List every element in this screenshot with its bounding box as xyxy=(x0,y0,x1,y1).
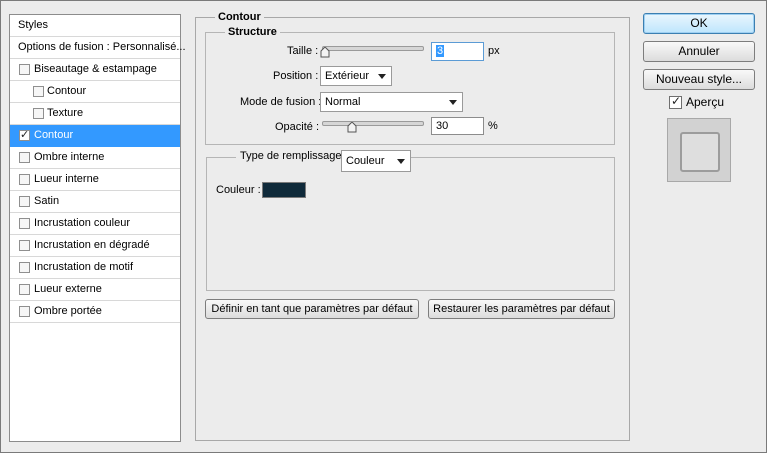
cancel-button[interactable]: Annuler xyxy=(643,41,755,62)
chevron-down-icon xyxy=(378,74,386,79)
fill-type-select[interactable]: Couleur xyxy=(341,150,411,172)
opacity-slider-track[interactable] xyxy=(322,121,424,126)
fill-type-value: Couleur xyxy=(346,155,385,167)
style-item-label: Lueur interne xyxy=(34,173,99,185)
preview-checkbox[interactable]: ✓ xyxy=(669,94,682,109)
style-item-label: Ombre portée xyxy=(34,305,102,317)
position-label: Position : xyxy=(273,70,319,82)
style-item[interactable]: Biseautage & estampage xyxy=(10,59,180,81)
position-value: Extérieur xyxy=(325,70,370,82)
style-item-label: Incrustation en dégradé xyxy=(34,239,150,251)
style-item-label: Lueur externe xyxy=(34,283,102,295)
style-item-checkbox[interactable] xyxy=(19,284,30,295)
style-item[interactable]: Lueur externe xyxy=(10,279,180,301)
size-label: Taille : xyxy=(287,45,319,57)
structure-group-title: Structure xyxy=(225,26,280,38)
slider-thumb-icon xyxy=(347,121,357,133)
style-item[interactable]: Texture xyxy=(10,103,180,125)
opacity-input[interactable]: 30 xyxy=(431,117,484,135)
make-default-button[interactable]: Définir en tant que paramètres par défau… xyxy=(205,299,419,319)
style-item-checkbox[interactable] xyxy=(19,64,30,75)
style-item-checkbox[interactable] xyxy=(33,108,44,119)
contour-group-title: Contour xyxy=(215,11,264,23)
size-input[interactable]: 3 xyxy=(431,42,484,61)
opacity-unit: % xyxy=(488,120,498,132)
fill-type-label: Type de remplissage : xyxy=(236,150,352,162)
style-item[interactable]: Satin xyxy=(10,191,180,213)
style-item[interactable]: Incrustation couleur xyxy=(10,213,180,235)
styles-header[interactable]: Styles xyxy=(10,15,180,37)
blend-options-label: Options de fusion : Personnalisé... xyxy=(18,41,186,53)
style-item-checkbox[interactable] xyxy=(19,152,30,163)
blend-mode-label: Mode de fusion : xyxy=(240,96,322,108)
slider-thumb-icon xyxy=(320,46,330,58)
style-item-checkbox[interactable] xyxy=(19,196,30,207)
new-style-button[interactable]: Nouveau style... xyxy=(643,69,755,90)
size-value: 3 xyxy=(436,45,445,57)
blend-options-item[interactable]: Options de fusion : Personnalisé... xyxy=(10,37,186,59)
ok-button[interactable]: OK xyxy=(643,13,755,34)
size-slider-thumb[interactable] xyxy=(320,46,330,58)
blend-mode-select[interactable]: Normal xyxy=(320,92,463,112)
chevron-down-icon xyxy=(397,159,405,164)
checkmark-icon: ✓ xyxy=(671,94,682,108)
style-item-label: Ombre interne xyxy=(34,151,105,163)
styles-header-label: Styles xyxy=(18,19,48,31)
size-unit: px xyxy=(488,45,500,57)
blend-mode-value: Normal xyxy=(325,96,361,108)
style-item-label: Satin xyxy=(34,195,60,207)
style-item-label: Contour xyxy=(34,129,74,141)
style-item-label: Incrustation couleur xyxy=(34,217,130,229)
reset-default-button[interactable]: Restaurer les paramètres par défaut xyxy=(428,299,615,319)
style-item-checkbox[interactable] xyxy=(19,174,30,185)
style-item[interactable]: Contour xyxy=(10,81,180,103)
size-slider-track[interactable] xyxy=(322,46,424,51)
style-item-label: Texture xyxy=(47,107,84,119)
fill-group xyxy=(206,157,615,291)
opacity-value: 30 xyxy=(436,120,449,132)
color-label: Couleur : xyxy=(216,184,261,196)
opacity-slider-thumb[interactable] xyxy=(347,121,357,133)
style-item[interactable]: Lueur interne xyxy=(10,169,180,191)
style-item[interactable]: Incrustation de motif xyxy=(10,257,180,279)
style-item-label: Incrustation de motif xyxy=(34,261,134,273)
style-item-checkbox[interactable] xyxy=(19,218,30,229)
chevron-down-icon xyxy=(449,100,457,105)
position-select[interactable]: Extérieur xyxy=(320,66,392,86)
style-item[interactable]: Contour xyxy=(10,125,180,147)
color-swatch[interactable] xyxy=(262,182,306,198)
style-item-checkbox[interactable] xyxy=(33,86,44,97)
style-item[interactable]: Incrustation en dégradé xyxy=(10,235,180,257)
style-item-label: Contour xyxy=(47,85,87,97)
style-item-checkbox[interactable] xyxy=(19,128,30,141)
style-item[interactable]: Ombre portée xyxy=(10,301,180,323)
style-item[interactable]: Ombre interne xyxy=(10,147,180,169)
styles-list: Styles Options de fusion : Personnalisé.… xyxy=(9,14,186,442)
style-item-checkbox[interactable] xyxy=(19,306,30,317)
style-item-label: Biseautage & estampage xyxy=(34,63,157,75)
style-item-checkbox[interactable] xyxy=(19,240,30,251)
preview-label: Aperçu xyxy=(686,95,725,109)
opacity-label: Opacité : xyxy=(275,121,320,133)
style-preview xyxy=(667,118,731,182)
preview-thumbnail xyxy=(680,132,720,172)
style-item-checkbox[interactable] xyxy=(19,262,30,273)
